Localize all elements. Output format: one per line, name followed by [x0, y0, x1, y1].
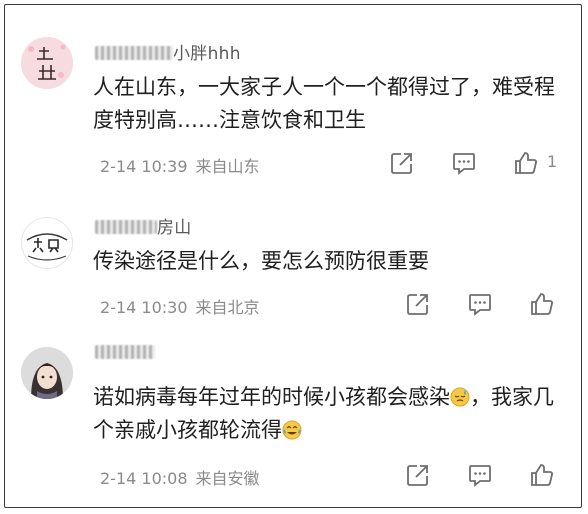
comment-location: 来自山东	[195, 157, 260, 176]
thumbs-up-icon	[515, 152, 537, 174]
like-button[interactable]	[513, 150, 539, 176]
comment-list: 小胖hhh 人在山东，一大家子人一个一个都得过了，难受程度特别高……注意饮食和卫…	[4, 4, 582, 508]
like-button[interactable]	[529, 462, 555, 488]
comment-meta: 2-14 10:08 来自安徽	[100, 465, 260, 489]
redacted-username-blur	[95, 46, 173, 60]
comment-username[interactable]: 小胖hhh	[95, 39, 241, 64]
comment-icon	[469, 294, 491, 316]
comment-actions	[405, 291, 565, 317]
like-count: 1	[547, 152, 558, 171]
share-icon	[391, 153, 412, 174]
comment-time: 2-14 10:08	[100, 469, 188, 488]
thumbs-up-icon	[531, 293, 553, 315]
comment-button[interactable]	[451, 150, 477, 176]
avatar-image-icon	[21, 37, 73, 89]
comment-text: 传染途径是什么，要怎么预防很重要	[93, 249, 429, 273]
comment-username[interactable]: 房山	[95, 213, 192, 238]
like-button[interactable]	[529, 291, 555, 317]
share-button[interactable]	[405, 291, 431, 317]
thumbs-up-icon	[531, 464, 553, 486]
comment-icon	[469, 465, 491, 487]
avatar-image-icon	[21, 347, 73, 399]
crying-laugh-emoji-icon	[282, 420, 302, 440]
comment-time: 2-14 10:30	[100, 298, 188, 317]
comment-meta: 2-14 10:39 来自山东	[100, 153, 260, 177]
comment-location: 来自北京	[195, 298, 260, 317]
share-icon	[407, 294, 428, 315]
comment-actions: 1	[389, 150, 569, 176]
sleepy-sweat-emoji-icon	[450, 387, 470, 407]
comment-location: 来自安徽	[195, 469, 260, 488]
comment-meta: 2-14 10:30 来自北京	[100, 294, 260, 318]
avatar-image-icon	[23, 219, 71, 267]
comment-username[interactable]	[95, 343, 155, 363]
comment-icon	[453, 153, 475, 175]
username-text: 房山	[157, 218, 192, 238]
avatar[interactable]	[21, 347, 73, 399]
avatar[interactable]	[21, 217, 73, 269]
redacted-username-blur	[95, 220, 157, 234]
comment-text: 诺如病毒每年过年的时候小孩都会感染 ，我家几个亲戚小孩都轮流得	[93, 381, 565, 447]
share-button[interactable]	[405, 462, 431, 488]
share-button[interactable]	[389, 150, 415, 176]
username-text: 小胖hhh	[173, 44, 241, 64]
comment-actions	[405, 462, 565, 488]
avatar[interactable]	[21, 37, 73, 89]
redacted-username-blur	[95, 345, 155, 359]
comment-text-part: 诺如病毒每年过年的时候小孩都会感染	[93, 385, 450, 409]
share-icon	[407, 465, 428, 486]
comment-text: 人在山东，一大家子人一个一个都得过了，难受程度特别高……注意饮食和卫生	[93, 75, 555, 132]
comment-time: 2-14 10:39	[100, 157, 188, 176]
comment-button[interactable]	[467, 462, 493, 488]
comment-button[interactable]	[467, 291, 493, 317]
